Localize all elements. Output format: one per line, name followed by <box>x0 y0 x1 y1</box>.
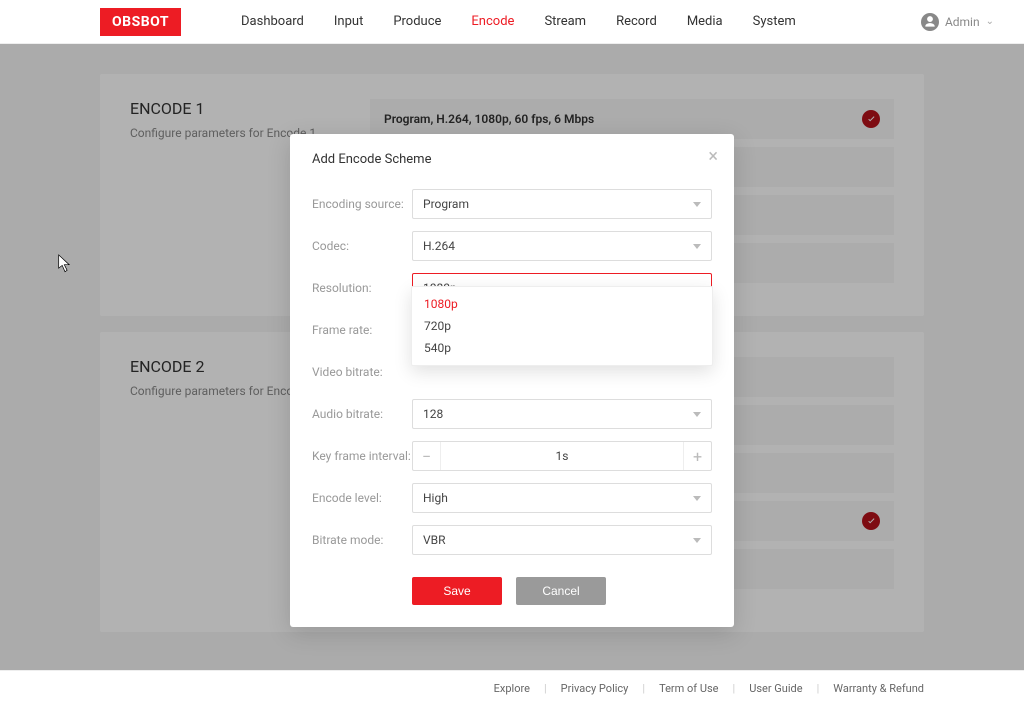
chevron-down-icon <box>693 202 701 207</box>
label-audio-bitrate: Audio bitrate: <box>312 407 412 421</box>
audio-bitrate-value: 128 <box>423 407 443 421</box>
nav-dashboard[interactable]: Dashboard <box>241 14 304 29</box>
save-button[interactable]: Save <box>412 577 502 605</box>
keyframe-stepper[interactable]: − 1s + <box>412 441 712 471</box>
cancel-button[interactable]: Cancel <box>516 577 606 605</box>
chevron-down-icon: ⌄ <box>986 16 994 27</box>
add-encode-scheme-modal: Add Encode Scheme × Encoding source: Pro… <box>290 134 734 627</box>
nav-media[interactable]: Media <box>687 14 723 29</box>
encode-level-value: High <box>423 491 448 505</box>
footer: Explore| Privacy Policy| Term of Use| Us… <box>0 670 1024 706</box>
footer-link-terms[interactable]: Term of Use <box>659 682 718 695</box>
nav-stream[interactable]: Stream <box>544 14 586 29</box>
encoding-source-value: Program <box>423 197 469 211</box>
label-codec: Codec: <box>312 239 412 253</box>
resolution-option-1080p[interactable]: 1080p <box>412 293 712 315</box>
nav-input[interactable]: Input <box>334 14 363 29</box>
label-framerate: Frame rate: <box>312 323 412 337</box>
avatar-icon <box>921 13 939 31</box>
bitrate-mode-select[interactable]: VBR <box>412 525 712 555</box>
label-resolution: Resolution: <box>312 281 412 295</box>
keyframe-value: 1s <box>441 442 683 470</box>
footer-link-explore[interactable]: Explore <box>494 682 530 695</box>
chevron-down-icon <box>693 538 701 543</box>
encode-level-select[interactable]: High <box>412 483 712 513</box>
nav-encode[interactable]: Encode <box>471 14 514 29</box>
footer-link-guide[interactable]: User Guide <box>749 682 802 695</box>
stepper-plus-button[interactable]: + <box>683 442 711 470</box>
codec-value: H.264 <box>423 239 455 253</box>
user-name: Admin <box>945 15 980 29</box>
chevron-down-icon <box>693 244 701 249</box>
modal-title: Add Encode Scheme <box>312 152 712 167</box>
label-encode-level: Encode level: <box>312 491 412 505</box>
main-nav: Dashboard Input Produce Encode Stream Re… <box>241 14 796 29</box>
nav-produce[interactable]: Produce <box>393 14 441 29</box>
resolution-option-540p[interactable]: 540p <box>412 337 712 359</box>
resolution-option-720p[interactable]: 720p <box>412 315 712 337</box>
encoding-source-select[interactable]: Program <box>412 189 712 219</box>
bitrate-mode-value: VBR <box>423 533 446 547</box>
footer-link-privacy[interactable]: Privacy Policy <box>561 682 629 695</box>
cursor-icon <box>58 254 72 274</box>
header: OBSBOT Dashboard Input Produce Encode St… <box>0 0 1024 44</box>
chevron-down-icon <box>693 412 701 417</box>
label-keyframe: Key frame interval: <box>312 449 412 463</box>
brand-logo: OBSBOT <box>100 8 181 36</box>
label-bitrate-mode: Bitrate mode: <box>312 533 412 547</box>
label-encoding-source: Encoding source: <box>312 197 412 211</box>
resolution-dropdown: 1080p 720p 540p <box>411 286 713 366</box>
label-video-bitrate: Video bitrate: <box>312 365 412 379</box>
nav-record[interactable]: Record <box>616 14 657 29</box>
nav-system[interactable]: System <box>753 14 796 29</box>
close-icon[interactable]: × <box>708 148 718 166</box>
footer-link-warranty[interactable]: Warranty & Refund <box>833 682 924 695</box>
audio-bitrate-select[interactable]: 128 <box>412 399 712 429</box>
stepper-minus-button[interactable]: − <box>413 442 441 470</box>
codec-select[interactable]: H.264 <box>412 231 712 261</box>
user-menu[interactable]: Admin ⌄ <box>921 13 994 31</box>
chevron-down-icon <box>693 496 701 501</box>
